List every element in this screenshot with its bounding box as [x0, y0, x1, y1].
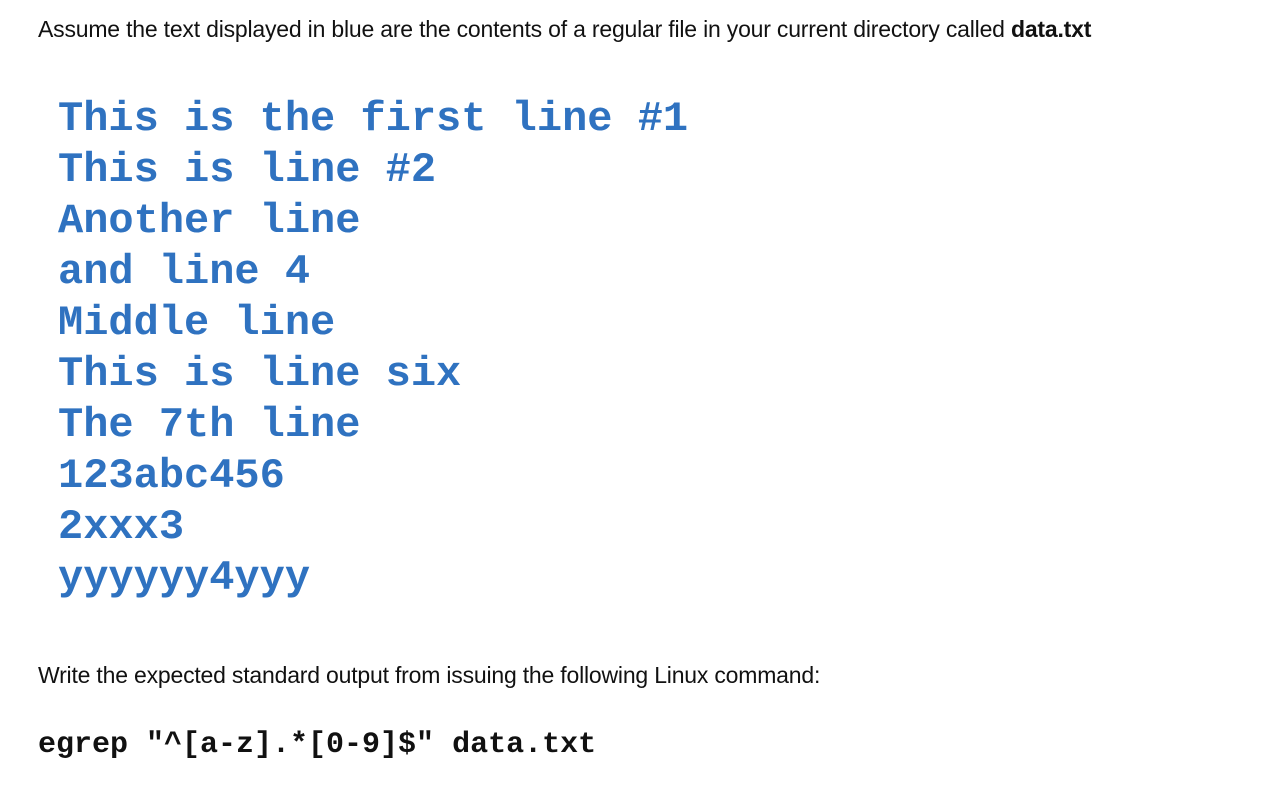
file-line: yyyyyy4yyy — [58, 554, 311, 602]
file-line: 2xxx3 — [58, 503, 185, 551]
file-line: This is line #2 — [58, 146, 437, 194]
file-line: and line 4 — [58, 248, 311, 296]
file-line: This is line six — [58, 350, 462, 398]
file-line: Another line — [58, 197, 361, 245]
file-line: This is the first line #1 — [58, 95, 689, 143]
file-contents-block: This is the first line #1 This is line #… — [58, 94, 688, 604]
intro-filename: data.txt — [1010, 16, 1092, 42]
file-line: 123abc456 — [58, 452, 285, 500]
intro-paragraph: Assume the text displayed in blue are th… — [38, 16, 1091, 43]
command-text: egrep "^[a-z].*[0-9]$" data.txt — [38, 728, 597, 762]
file-line: The 7th line — [58, 401, 361, 449]
question-text: Write the expected standard output from … — [38, 662, 821, 688]
file-line: Middle line — [58, 299, 336, 347]
intro-text: Assume the text displayed in blue are th… — [38, 16, 1011, 42]
